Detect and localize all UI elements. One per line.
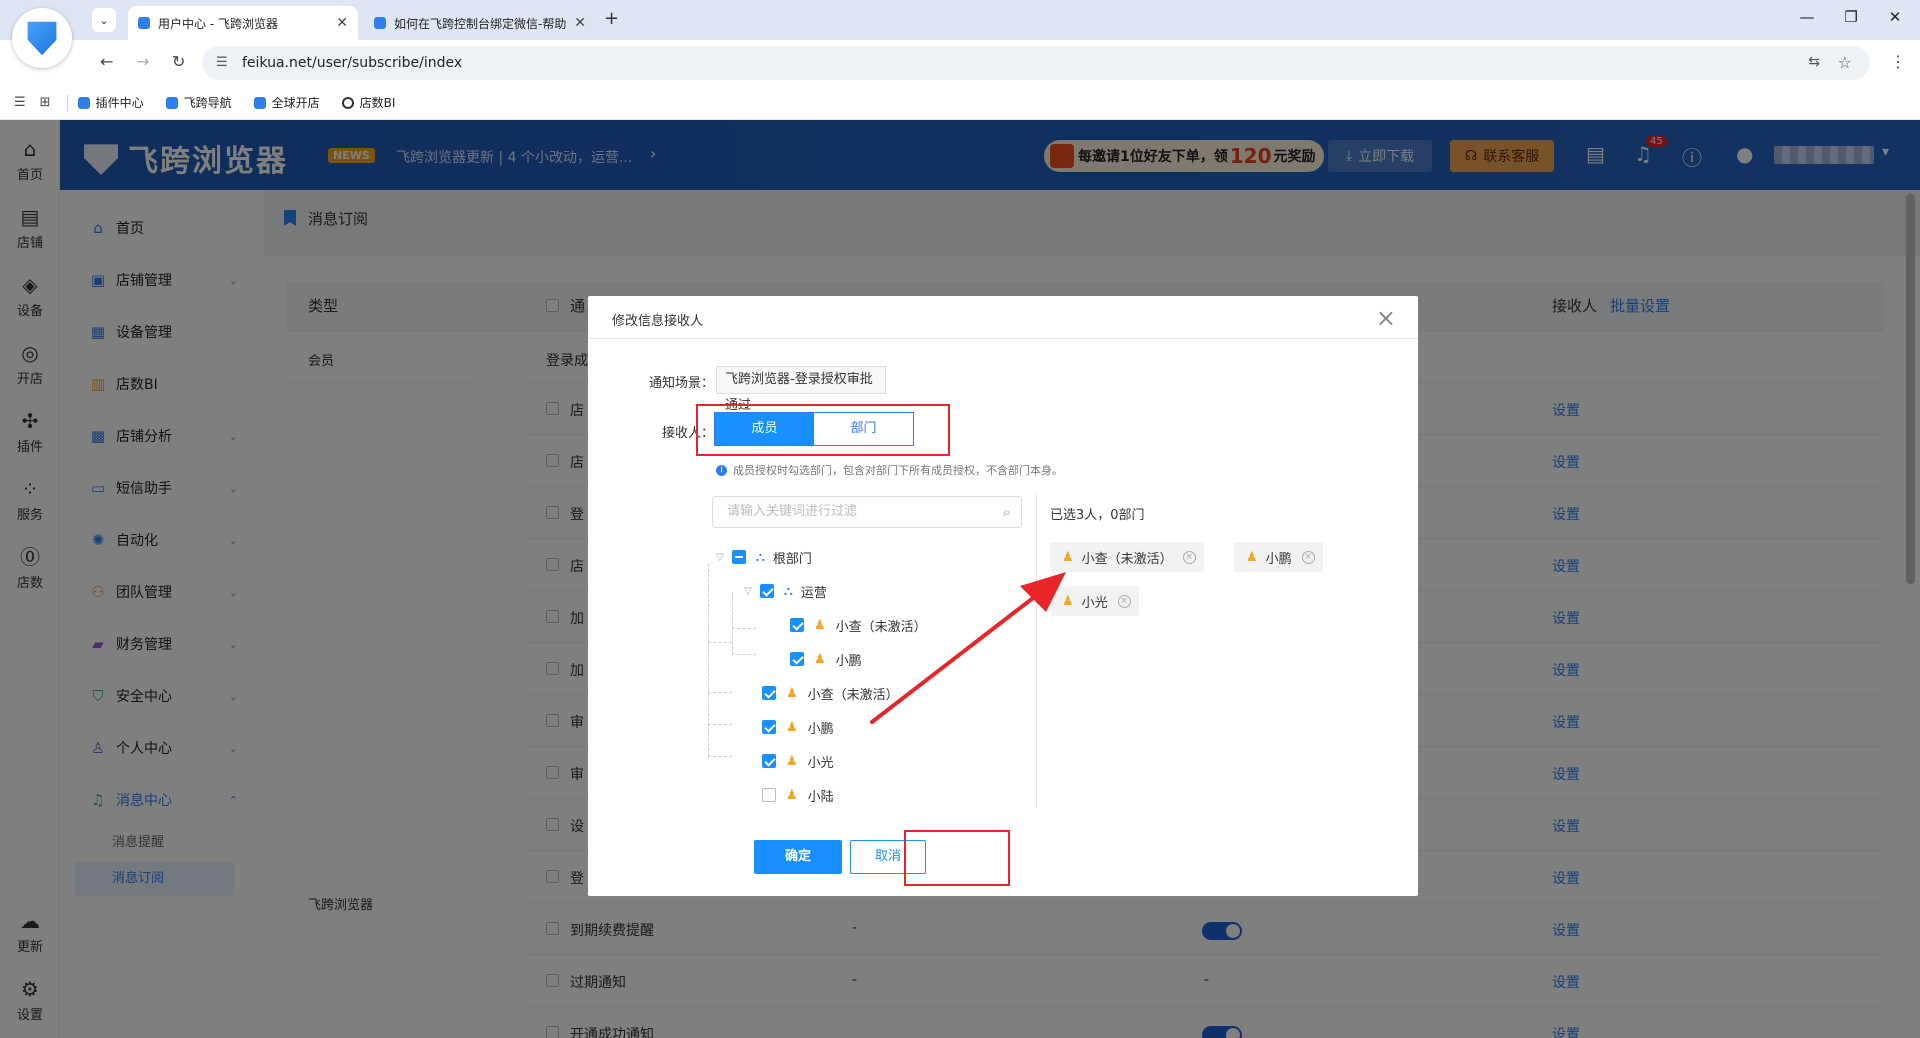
reload-icon[interactable]: ↻ xyxy=(172,52,185,71)
back-icon[interactable]: ← xyxy=(100,52,113,71)
caret-down-icon[interactable]: ▽ xyxy=(744,586,752,597)
tree-checkbox[interactable] xyxy=(762,754,776,768)
browser-tab-strip: ⌄ 用户中心 - 飞跨浏览器 ✕ 如何在飞跨控制台绑定微信-帮助 ✕ + — ❐… xyxy=(0,0,1920,40)
tab-search-button[interactable]: ⌄ xyxy=(92,8,116,32)
bookmark-item[interactable]: 插件中心 xyxy=(77,94,144,111)
tab-title: 如何在飞跨控制台绑定微信-帮助 xyxy=(394,16,567,31)
annotation-arrow xyxy=(870,572,1066,724)
selected-summary: 已选3人，0部门 xyxy=(1050,508,1145,523)
restore-icon[interactable]: ❐ xyxy=(1836,8,1866,26)
bookmark-item[interactable]: 飞跨导航 xyxy=(165,94,232,111)
site-info-icon[interactable]: ☰ xyxy=(216,55,228,70)
translate-icon[interactable]: ⇆ xyxy=(1808,54,1820,70)
bookmarks-bar: ☰ ⊞ 插件中心 飞跨导航 全球开店 店数BI xyxy=(0,86,1920,120)
scene-value: 飞跨浏览器-登录授权审批通过 xyxy=(716,366,886,413)
person-icon: ♟ xyxy=(1246,549,1258,565)
browser-tab[interactable]: 如何在飞跨控制台绑定微信-帮助 ✕ xyxy=(364,6,596,40)
close-window-icon[interactable]: ✕ xyxy=(1880,8,1910,26)
caret-down-icon[interactable]: ▽ xyxy=(716,552,724,563)
annotation-box-receiver xyxy=(696,404,950,456)
bookmark-item[interactable]: 全球开店 xyxy=(253,94,320,111)
sidebar-toggle-icon[interactable]: ☰ xyxy=(14,95,26,110)
info-icon: i xyxy=(716,464,727,476)
tree-node-person[interactable]: ♟ 小陆 xyxy=(762,784,834,806)
search-icon: ⌕ xyxy=(1002,503,1011,521)
person-icon: ♟ xyxy=(786,753,798,769)
tree-node-person[interactable]: ♟ 小光 xyxy=(762,750,834,772)
address-bar-row: ← → ↻ ☰ feikua.net/user/subscribe/index … xyxy=(0,40,1920,86)
tree-checkbox[interactable] xyxy=(762,788,776,802)
remove-chip-icon[interactable]: × xyxy=(1117,594,1131,608)
browser-logo xyxy=(12,8,72,68)
tree-node-root[interactable]: ▽ ⛬ 根部门 xyxy=(716,546,812,568)
dialog-title: 修改信息接收人 xyxy=(612,314,704,329)
apps-grid-icon[interactable]: ⊞ xyxy=(40,95,51,110)
tree-filter-input[interactable]: 请输入关键词进行过滤 ⌕ xyxy=(712,496,1022,528)
person-icon: ♟ xyxy=(814,617,826,633)
url-input[interactable]: ☰ feikua.net/user/subscribe/index ⇆ ☆ xyxy=(202,46,1870,80)
remove-chip-icon[interactable]: × xyxy=(1182,550,1196,564)
scene-label: 通知场景： xyxy=(648,376,714,391)
minimize-icon[interactable]: — xyxy=(1792,8,1822,26)
tree-checkbox[interactable] xyxy=(731,550,746,564)
close-icon[interactable]: × xyxy=(1376,304,1396,332)
org-chart-icon: ⛬ xyxy=(755,549,765,565)
tree-checkbox[interactable] xyxy=(762,686,776,700)
tab-close-icon[interactable]: ✕ xyxy=(336,15,348,31)
person-icon: ♟ xyxy=(786,719,798,735)
tab-favicon-icon xyxy=(138,17,150,29)
person-icon: ♟ xyxy=(786,685,798,701)
hint-text: i 成员授权时勾选部门，包含对部门下所有成员授权，不含部门本身。 xyxy=(716,462,1063,478)
person-icon: ♟ xyxy=(814,651,826,667)
tree-node-person[interactable]: ♟ 小鹏 xyxy=(790,648,862,670)
tree-checkbox[interactable] xyxy=(762,720,776,734)
remove-chip-icon[interactable]: × xyxy=(1301,550,1315,564)
tab-title: 用户中心 - 飞跨浏览器 xyxy=(158,16,278,31)
tab-close-icon[interactable]: ✕ xyxy=(574,15,586,31)
org-chart-icon: ⛬ xyxy=(783,583,793,599)
selected-chip: ♟ 小鹏 × xyxy=(1234,542,1323,572)
person-icon: ♟ xyxy=(786,787,798,803)
annotation-box-confirm xyxy=(904,830,1010,886)
tree-checkbox[interactable] xyxy=(790,618,804,632)
bookmark-item[interactable]: 店数BI xyxy=(341,94,395,111)
new-tab-button[interactable]: + xyxy=(604,8,619,29)
browser-menu-icon[interactable]: ⋮ xyxy=(1890,52,1906,71)
confirm-button[interactable]: 确定 xyxy=(754,840,842,874)
browser-tab-active[interactable]: 用户中心 - 飞跨浏览器 ✕ xyxy=(128,6,358,40)
url-text: feikua.net/user/subscribe/index xyxy=(242,55,463,71)
tab-favicon-icon xyxy=(374,17,386,29)
tree-node-person[interactable]: ♟ 小鹏 xyxy=(762,716,834,738)
forward-icon[interactable]: → xyxy=(136,52,149,71)
bookmark-star-icon[interactable]: ☆ xyxy=(1838,53,1852,72)
tree-node-dept[interactable]: ▽ ⛬ 运营 xyxy=(744,580,827,602)
tree-checkbox[interactable] xyxy=(759,584,774,598)
tree-checkbox[interactable] xyxy=(790,652,804,666)
